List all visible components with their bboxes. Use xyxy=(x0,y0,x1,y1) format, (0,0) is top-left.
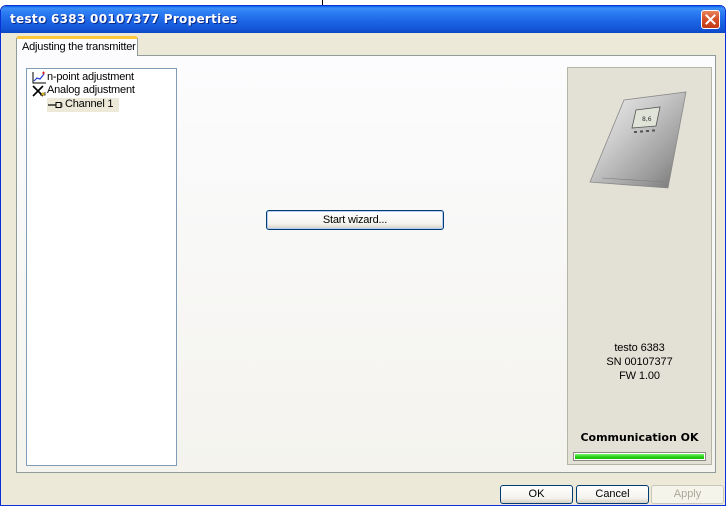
tree-item-n-point-adjustment[interactable]: n-point adjustment xyxy=(31,71,171,85)
close-button[interactable] xyxy=(701,10,720,29)
adjustment-tree[interactable]: n-point adjustment Analog adjustment Cha… xyxy=(26,68,177,466)
svg-text:8,6: 8,6 xyxy=(642,116,652,123)
title-bar[interactable]: testo 6383 00107377 Properties xyxy=(1,6,725,33)
device-name: testo 6383 xyxy=(614,342,665,354)
tree-item-analog-adjustment[interactable]: Analog adjustment xyxy=(31,84,171,98)
device-firmware: FW 1.00 xyxy=(619,370,660,382)
tree-item-label: n-point adjustment xyxy=(47,71,134,83)
tab-label: Adjusting the transmitter xyxy=(22,41,136,53)
n-point-graph-icon xyxy=(32,71,46,84)
ok-button[interactable]: OK xyxy=(500,485,573,504)
analog-adjust-icon xyxy=(32,85,46,97)
device-info-panel: 8,6 testo 6383 SN 00107377 FW 1.00 Commu… xyxy=(567,67,712,465)
tree-item-label: Channel 1 xyxy=(65,98,114,110)
tree-item-label: Analog adjustment xyxy=(47,84,135,96)
apply-button[interactable]: Apply xyxy=(651,485,724,504)
close-icon xyxy=(705,14,716,25)
communication-progress-bar xyxy=(573,452,706,461)
channel-connector-icon xyxy=(48,102,63,108)
device-serial: SN 00107377 xyxy=(606,356,673,368)
transmitter-device-image: 8,6 xyxy=(589,91,687,189)
cancel-button[interactable]: Cancel xyxy=(576,485,649,504)
communication-status: Communication OK xyxy=(580,431,699,444)
tree-item-channel-1[interactable]: Channel 1 xyxy=(47,98,119,112)
tab-adjusting-transmitter[interactable]: Adjusting the transmitter xyxy=(16,36,138,56)
window-title: testo 6383 00107377 Properties xyxy=(10,12,238,26)
communication-progress-fill xyxy=(575,454,704,459)
start-wizard-button[interactable]: Start wizard... xyxy=(266,210,444,230)
